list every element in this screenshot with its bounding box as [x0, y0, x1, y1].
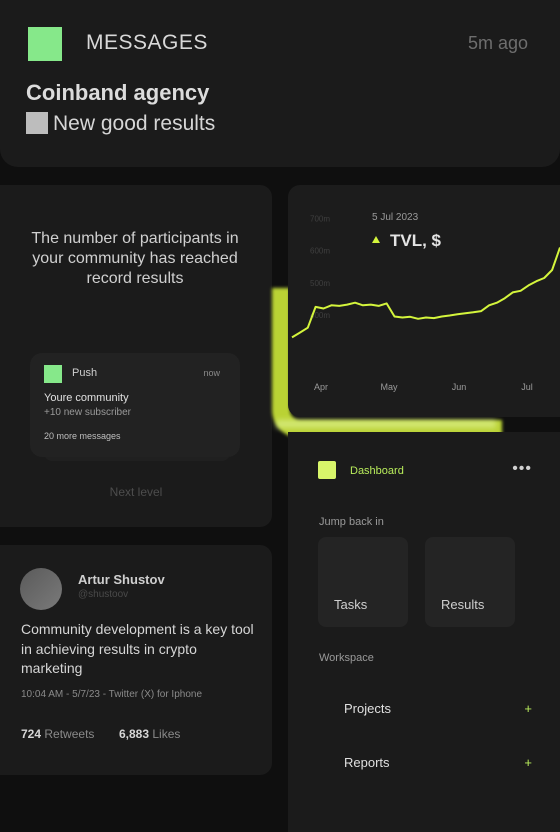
y-tick-label: 700m: [310, 215, 330, 224]
workspace-label: Workspace: [319, 652, 374, 664]
push-title: Youre community: [44, 392, 129, 404]
tweet-text: Community development is a key tool in a…: [21, 621, 254, 676]
y-tick-label: 600m: [310, 247, 330, 256]
likes-count: 6,883: [119, 727, 150, 741]
x-tick-label: Jun: [452, 382, 467, 392]
next-level-button[interactable]: Next level: [0, 485, 272, 499]
chart-up-arrow-icon: [372, 236, 380, 243]
dashboard-title[interactable]: Dashboard: [350, 465, 404, 477]
tile-results-label: Results: [441, 597, 485, 612]
tile-results[interactable]: Results: [425, 537, 515, 627]
tweet-meta: 10:04 AM - 5/7/23 - Twitter (X) for Ipho…: [21, 689, 203, 700]
tvl-chart: 700m600m500m400m Apr May Jun Jul 5 Jul 2023…: [291, 212, 560, 392]
message-sender: Coinband agency: [26, 80, 210, 105]
push-more-messages[interactable]: 20 more messages: [44, 431, 121, 441]
push-label: Push: [72, 367, 98, 379]
tile-tasks[interactable]: Tasks: [318, 537, 408, 627]
projects-label: Projects: [344, 701, 391, 716]
chart-title: TVL, $: [390, 231, 442, 250]
retweets-stat[interactable]: 724 Retweets: [21, 727, 94, 741]
push-notification[interactable]: Push now Youre community +10 new subscri…: [30, 353, 240, 457]
community-card: The number of participants in your commu…: [0, 185, 272, 527]
tweet-card: Artur Shustov @shustoov Community develo…: [0, 545, 272, 775]
x-tick-label: Jul: [521, 382, 533, 392]
message-time: 5m ago: [467, 33, 528, 53]
message-checkbox-icon: [26, 112, 48, 134]
likes-stat[interactable]: 6,883 Likes: [119, 727, 180, 741]
messages-card[interactable]: MESSAGES 5m ago Coinband agency New good…: [0, 0, 560, 167]
x-tick-label: May: [380, 382, 398, 392]
chart-date: 5 Jul 2023: [372, 212, 419, 223]
x-tick-label: Apr: [314, 382, 328, 392]
tweet-author-name[interactable]: Artur Shustov: [78, 572, 165, 587]
message-text: New good results: [53, 112, 216, 135]
dashboard-panel: Dashboard ••• Jump back in Tasks Results…: [288, 432, 560, 832]
dashboard-icon: [318, 461, 336, 479]
community-headline: The number of participants in your commu…: [31, 230, 239, 287]
tweet-author-handle[interactable]: @shustoov: [78, 589, 128, 600]
workspace-item-reports[interactable]: Reports +: [344, 755, 532, 770]
push-app-icon: [44, 365, 62, 383]
avatar[interactable]: [20, 568, 62, 610]
add-report-icon[interactable]: +: [524, 755, 532, 770]
tvl-series-line: [291, 247, 560, 339]
likes-label: Likes: [152, 727, 181, 741]
reports-label: Reports: [344, 755, 390, 770]
workspace-item-projects[interactable]: Projects +: [344, 701, 532, 716]
tvl-chart-card: 700m 600m 500m 400m Apr May Jun Jul 5 Jul 2023…: [288, 185, 560, 417]
push-subtitle: +10 new subscriber: [44, 407, 131, 418]
y-tick-label: 500m: [310, 279, 330, 288]
add-project-icon[interactable]: +: [524, 701, 532, 716]
glow-decoration-bottom: [276, 420, 496, 428]
retweets-label: Retweets: [44, 727, 95, 741]
tile-tasks-label: Tasks: [334, 597, 368, 612]
more-icon[interactable]: •••: [512, 460, 532, 478]
retweets-count: 724: [21, 727, 42, 741]
message-app-icon: [28, 27, 62, 61]
jump-back-label: Jump back in: [319, 516, 384, 528]
push-time: now: [203, 368, 220, 378]
messages-title: MESSAGES: [86, 31, 208, 54]
